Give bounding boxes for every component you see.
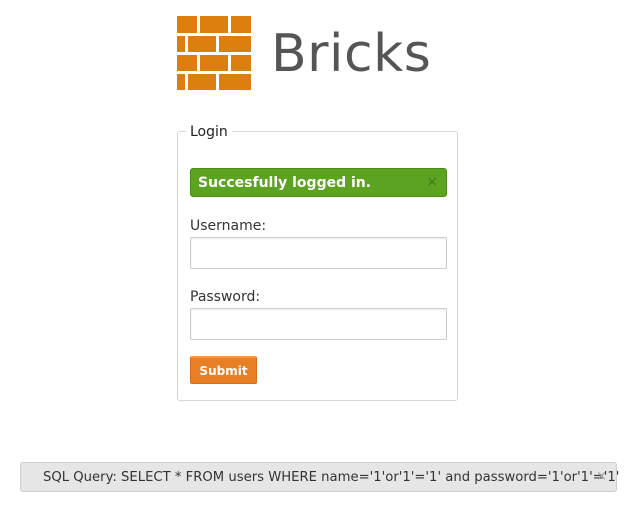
- password-label: Password:: [190, 289, 261, 305]
- submit-button[interactable]: Submit: [190, 356, 257, 384]
- bricks-logo-icon: [177, 16, 251, 90]
- logo-text: Bricks: [271, 24, 432, 84]
- page: Bricks Login Succesfully logged in. × Us…: [0, 0, 629, 506]
- bricks-logo: Bricks: [177, 16, 437, 92]
- username-input[interactable]: [190, 237, 447, 269]
- success-alert-message: Succesfully logged in.: [198, 175, 372, 191]
- sql-bar-close-icon[interactable]: ×: [596, 469, 607, 485]
- username-label: Username:: [190, 218, 267, 234]
- login-form: Login Succesfully logged in. × Username:…: [177, 124, 458, 401]
- success-alert: Succesfully logged in. ×: [190, 168, 447, 197]
- sql-query-text: SQL Query: SELECT * FROM users WHERE nam…: [43, 470, 620, 485]
- alert-close-icon[interactable]: ×: [426, 174, 438, 190]
- login-legend: Login: [186, 124, 232, 140]
- password-input[interactable]: [190, 308, 447, 340]
- sql-query-bar: SQL Query: SELECT * FROM users WHERE nam…: [20, 462, 620, 492]
